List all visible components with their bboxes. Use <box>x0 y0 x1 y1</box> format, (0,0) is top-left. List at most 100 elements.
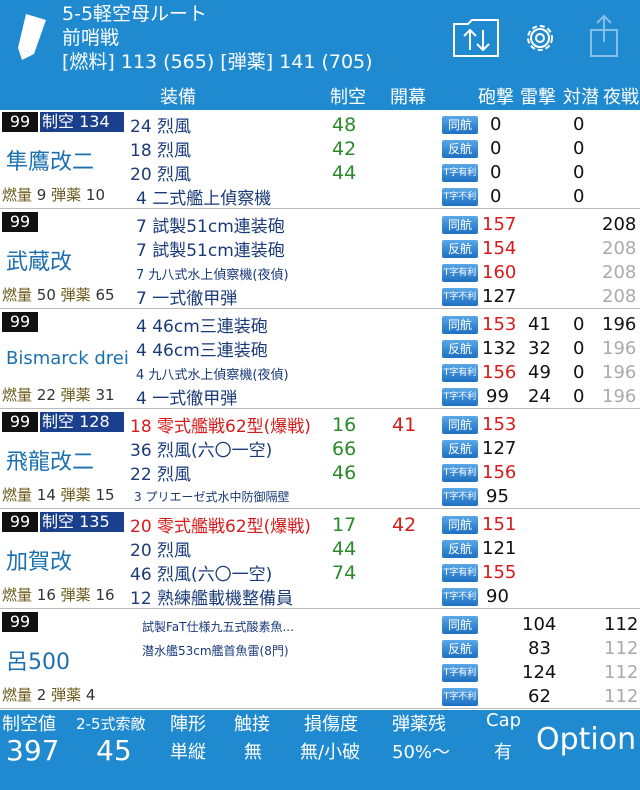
level-badge: 99 <box>2 512 38 532</box>
equipment-slot[interactable]: 4 一式徹甲弾 <box>136 384 237 409</box>
col-shelling: 砲撃 <box>478 87 514 108</box>
ship-row[interactable]: 99 武蔵改 燃量 50 弾薬 65 7 試製51cm連装砲 7 試製51cm連… <box>0 210 640 309</box>
equipment-slot[interactable]: 24 烈風 <box>130 112 191 137</box>
asw-value: 0 <box>573 186 585 207</box>
torpedo-value: 124 <box>522 662 557 683</box>
ship-name[interactable]: 加賀改 <box>6 544 72 576</box>
equipment-slot[interactable]: 4 46cm三連装砲 <box>136 312 268 337</box>
shelling-value: 121 <box>482 538 517 559</box>
option-button[interactable]: Option <box>536 722 636 757</box>
equipment-slot[interactable]: 4 46cm三連装砲 <box>136 336 268 361</box>
shelling-value: 0 <box>490 162 502 183</box>
shelling-value: 127 <box>482 438 517 459</box>
equipment-slot[interactable]: 4 九八式水上偵察機(夜偵) <box>136 364 289 383</box>
formation-label[interactable]: 陣形 <box>170 710 206 736</box>
equipment-slot[interactable]: 3 プリエーゼ式水中防御隔壁 <box>134 488 289 505</box>
ship-name[interactable]: 飛龍改二 <box>6 444 94 476</box>
ship-name[interactable]: 呂500 <box>6 644 70 676</box>
asw-value: 0 <box>573 114 585 135</box>
shelling-value: 132 <box>482 338 517 359</box>
equipment-slot[interactable]: 20 烈風 <box>130 160 191 185</box>
equipment-slot[interactable]: 22 烈風 <box>130 460 191 485</box>
equipment-slot[interactable]: 試製FaT仕様九五式酸素魚... <box>142 618 294 635</box>
asw-value: 0 <box>573 162 585 183</box>
ship-name[interactable]: 隼鷹改二 <box>6 144 94 176</box>
equipment-slot[interactable]: 7 九八式水上偵察機(夜偵) <box>136 264 289 283</box>
share-icon[interactable] <box>585 14 623 58</box>
supply-info: 燃量 22 弾薬 31 <box>2 386 115 404</box>
damage-value[interactable]: 無/小破 <box>300 738 360 764</box>
ship-row[interactable]: 99 呂500 燃量 2 弾薬 4 試製FaT仕様九五式酸素魚... 潜水艦53… <box>0 610 640 709</box>
t-disadvantage-badge: T字不利 <box>442 588 478 606</box>
reverse-course-badge: 反航 <box>442 640 478 658</box>
import-export-icon[interactable] <box>452 16 500 58</box>
equipment-slot[interactable]: 12 熟練艦載機整備員 <box>130 584 293 609</box>
ship-row[interactable]: 99 制空 135 加賀改 燃量 16 弾薬 16 20 零式艦戦62型(爆戦)… <box>0 510 640 609</box>
same-course-badge: 同航 <box>442 216 478 234</box>
supply-info: 燃量 14 弾薬 15 <box>2 486 115 504</box>
same-course-badge: 同航 <box>442 316 478 334</box>
equipment-slot[interactable]: 18 烈風 <box>130 136 191 161</box>
opening-value: 41 <box>392 414 417 436</box>
slot-air-value: 66 <box>332 438 357 460</box>
t-advantage-badge: T字有利 <box>442 564 478 582</box>
t-disadvantage-badge: T字不利 <box>442 688 478 706</box>
torpedo-value: 104 <box>522 614 557 635</box>
supply-info: 燃量 9 弾薬 10 <box>2 186 106 204</box>
torpedo-value: 62 <box>528 686 551 707</box>
ship-row[interactable]: 99 制空 134 隼鷹改二 燃量 9 弾薬 10 24 烈風 18 烈風 20… <box>0 110 640 209</box>
torpedo-value: 41 <box>528 314 551 335</box>
equipment-slot[interactable]: 4 二式艦上偵察機 <box>136 184 271 209</box>
ship-name[interactable]: 武蔵改 <box>6 244 72 276</box>
air-total-label: 制空値 <box>2 714 56 735</box>
slot-air-value: 48 <box>332 114 357 136</box>
ammo-remaining-label[interactable]: 弾薬残 <box>392 710 446 736</box>
shelling-value: 0 <box>490 186 502 207</box>
equipment-slot[interactable]: 20 零式艦戦62型(爆戦) <box>130 512 311 537</box>
ship-name[interactable]: Bismarck drei <box>6 348 129 369</box>
gear-icon[interactable] <box>520 18 560 58</box>
asw-value: 0 <box>573 138 585 159</box>
asw-value: 0 <box>573 314 585 335</box>
t-advantage-badge: T字有利 <box>442 464 478 482</box>
equipment-slot[interactable]: 7 試製51cm連装砲 <box>136 212 285 237</box>
shelling-value: 151 <box>482 514 517 535</box>
cap-value[interactable]: 有 <box>494 738 512 764</box>
contact-value[interactable]: 無 <box>244 738 262 764</box>
cap-label[interactable]: Cap <box>486 710 521 731</box>
damage-label[interactable]: 損傷度 <box>304 710 358 736</box>
asw-value: 0 <box>573 386 585 407</box>
ship-row[interactable]: 99 制空 128 飛龍改二 燃量 14 弾薬 15 18 零式艦戦62型(爆戦… <box>0 410 640 509</box>
app-header: 5-5軽空母ルート 前哨戦 [燃料] 113 (565) [弾薬] 141 (7… <box>0 0 640 80</box>
t-advantage-badge: T字有利 <box>442 664 478 682</box>
shelling-value: 0 <box>490 114 502 135</box>
supply-info: 燃量 16 弾薬 16 <box>2 586 115 604</box>
equipment-slot[interactable]: 7 試製51cm連装砲 <box>136 236 285 261</box>
formation-value[interactable]: 単縦 <box>170 738 206 764</box>
equipment-slot[interactable]: 46 烈風(六〇一空) <box>130 560 272 585</box>
t-advantage-badge: T字有利 <box>442 164 478 182</box>
shelling-value: 0 <box>490 138 502 159</box>
scout-value: 45 <box>96 734 132 767</box>
t-advantage-badge: T字有利 <box>442 364 478 382</box>
equipment-slot[interactable]: 36 烈風(六〇一空) <box>130 436 272 461</box>
level-badge: 99 <box>2 412 38 432</box>
reverse-course-badge: 反航 <box>442 140 478 158</box>
battle-type: 前哨戦 <box>62 27 120 49</box>
night-value: 208 <box>602 262 637 283</box>
ship-row[interactable]: 99 Bismarck drei 燃量 22 弾薬 31 4 46cm三連装砲 … <box>0 310 640 409</box>
supply-info: 燃量 2 弾薬 4 <box>2 686 96 704</box>
ammo-remaining-value[interactable]: 50%〜 <box>392 738 450 764</box>
t-disadvantage-badge: T字不利 <box>442 188 478 206</box>
equipment-slot[interactable]: 7 一式徹甲弾 <box>136 284 237 309</box>
equipment-slot[interactable]: 18 零式艦戦62型(爆戦) <box>130 412 311 437</box>
night-value: 208 <box>602 238 637 259</box>
equipment-slot[interactable]: 潜水艦53cm艦首魚雷(8門) <box>142 642 289 659</box>
slot-air-value: 17 <box>332 514 357 536</box>
asw-value: 0 <box>573 362 585 383</box>
shelling-value: 156 <box>482 462 517 483</box>
contact-label[interactable]: 触接 <box>234 710 270 736</box>
equipment-slot[interactable]: 20 烈風 <box>130 536 191 561</box>
col-equipment: 装備 <box>160 87 196 108</box>
edit-pencil-icon[interactable] <box>14 12 48 62</box>
